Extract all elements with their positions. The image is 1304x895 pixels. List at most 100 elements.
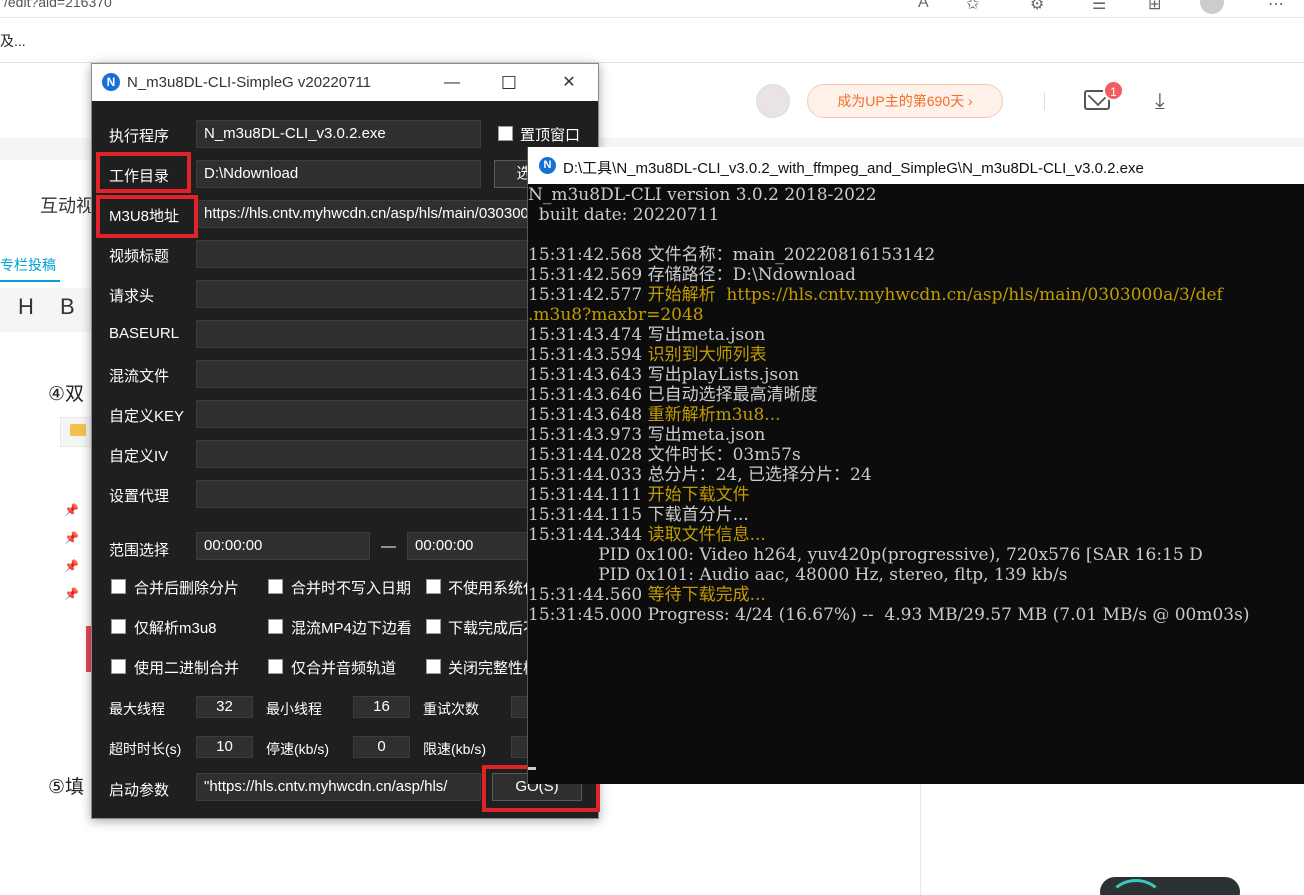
console-window: N D:\工具\N_m3u8DL-CLI_v3.0.2_with_ffmpeg_… xyxy=(527,147,1304,784)
console-line: 15:31:42.577 开始解析 https://hls.cntv.myhwc… xyxy=(528,285,1304,305)
add-favorite-icon[interactable]: ✩ xyxy=(966,0,979,14)
parse-only-checkbox[interactable] xyxy=(111,619,126,634)
min-threads-field[interactable]: 16 xyxy=(353,696,410,718)
console-line: 15:31:43.973 写出meta.json xyxy=(528,425,766,445)
console-output: N_m3u8DL-CLI version 3.0.2 2018-2022 bui… xyxy=(528,185,1304,625)
console-line: .m3u8?maxbr=2048 xyxy=(528,305,704,325)
console-message: 开始解析 https://hls.cntv.myhwcdn.cn/asp/hls… xyxy=(647,285,1223,305)
favorites-bar: 及... xyxy=(0,19,1304,63)
profile-avatar-icon[interactable] xyxy=(1200,0,1224,14)
proxy-label: 设置代理 xyxy=(109,488,170,505)
timeout-field[interactable]: 10 xyxy=(196,736,253,758)
folder-icon xyxy=(70,424,86,436)
stop-speed-label: 停速(kb/s) xyxy=(266,741,329,757)
parse-only-label: 仅解析m3u8 xyxy=(134,620,217,637)
no-system-proxy-label: 不使用系统代 xyxy=(448,580,539,597)
console-line: 15:31:43.646 已自动选择最高清晰度 xyxy=(528,385,818,405)
favorites-icon[interactable]: ☰ xyxy=(1092,0,1106,14)
console-title: D:\工具\N_m3u8DL-CLI_v3.0.2_with_ffmpeg_an… xyxy=(563,160,1144,177)
baseurl-label: BASEURL xyxy=(109,325,180,342)
mux-file-label: 混流文件 xyxy=(109,368,170,385)
more-menu-icon[interactable]: ⋯ xyxy=(1268,0,1284,14)
stop-speed-field[interactable]: 0 xyxy=(353,736,410,758)
console-cursor xyxy=(528,767,536,770)
console-line: PID 0x101: Audio aac, 48000 Hz, stereo, … xyxy=(528,565,1068,585)
console-logo-icon: N xyxy=(539,157,556,174)
user-avatar[interactable] xyxy=(756,84,790,118)
launch-params-field[interactable]: "https://hls.cntv.myhwcdn.cn/asp/hls/ xyxy=(196,773,481,801)
console-timestamp: 15:31:44.344 xyxy=(528,525,648,545)
max-threads-field[interactable]: 32 xyxy=(196,696,253,718)
screen: /edit?aid=216370 A ✩ ⚙ ☰ ⊞ ⋯ 及... 成为UP主的… xyxy=(0,0,1304,895)
after-download-label: 下载完成后不 xyxy=(448,620,539,637)
limit-speed-label: 限速(kb/s) xyxy=(423,741,486,757)
delete-after-merge-checkbox[interactable] xyxy=(111,579,126,594)
console-line: 15:31:44.033 总分片：24, 已选择分片：24 xyxy=(528,465,872,485)
console-timestamp: 15:31:43.648 xyxy=(528,405,648,425)
close-icon[interactable]: ✕ xyxy=(549,70,589,96)
console-line: 15:31:44.115 下载首分片... xyxy=(528,505,749,525)
console-line: 15:31:44.560 等待下载完成... xyxy=(528,585,1304,605)
maximize-icon[interactable]: ☐ xyxy=(489,70,529,96)
console-line: 15:31:44.111 开始下载文件 xyxy=(528,485,1304,505)
collections-icon[interactable]: ⊞ xyxy=(1148,0,1161,14)
console-message: 识别到大师列表 xyxy=(647,345,767,365)
floating-widget[interactable] xyxy=(1100,877,1240,895)
disable-integrity-checkbox[interactable] xyxy=(426,659,441,674)
after-download-checkbox[interactable] xyxy=(426,619,441,634)
console-titlebar[interactable]: N D:\工具\N_m3u8DL-CLI_v3.0.2_with_ffmpeg_… xyxy=(528,147,1304,184)
no-date-checkbox[interactable] xyxy=(268,579,283,594)
simpleg-titlebar[interactable]: N N_m3u8DL-CLI-SimpleG v20220711 — ☐ ✕ xyxy=(92,64,598,101)
minimize-icon[interactable]: — xyxy=(432,70,472,96)
m3u8-url-label: M3U8地址 xyxy=(109,208,180,225)
download-icon[interactable]: ⤓ xyxy=(1155,88,1165,114)
pin-icon: 📌 xyxy=(64,503,79,517)
heading-button[interactable]: H xyxy=(18,294,34,320)
url-text[interactable]: /edit?aid=216370 xyxy=(4,0,112,10)
workdir-field[interactable]: D:\Ndownload xyxy=(196,160,481,188)
binary-merge-checkbox[interactable] xyxy=(111,659,126,674)
audio-only-label: 仅合并音频轨道 xyxy=(291,660,397,677)
audio-only-checkbox[interactable] xyxy=(268,659,283,674)
console-timestamp: 15:31:43.594 xyxy=(528,345,648,365)
mux-while-download-checkbox[interactable] xyxy=(268,619,283,634)
tab-column-post[interactable]: 专栏投稿 xyxy=(0,255,56,275)
console-line: 15:31:42.569 存储路径：D:\Ndownload xyxy=(528,265,856,285)
timeout-label: 超时时长(s) xyxy=(109,741,182,757)
console-line: 15:31:44.028 文件时长：03m57s xyxy=(528,445,801,465)
custom-iv-label: 自定义IV xyxy=(109,448,169,465)
console-line: 15:31:42.568 文件名称：main_20220816153142 xyxy=(528,245,936,265)
pin-icon: 📌 xyxy=(64,587,79,601)
launch-params-label: 启动参数 xyxy=(109,782,170,799)
workdir-label: 工作目录 xyxy=(109,168,170,185)
pin-window-checkbox[interactable] xyxy=(498,126,513,141)
window-title: N_m3u8DL-CLI-SimpleG v20220711 xyxy=(127,74,372,91)
range-start-field[interactable]: 00:00:00 xyxy=(196,532,370,560)
disable-integrity-label: 关闭完整性检 xyxy=(448,660,539,677)
console-message: 读取文件信息... xyxy=(647,525,766,545)
console-message: 等待下载完成... xyxy=(647,585,766,605)
read-aloud-icon[interactable]: A xyxy=(918,0,929,12)
bold-button[interactable]: B xyxy=(60,294,75,320)
console-timestamp: 15:31:44.560 xyxy=(528,585,648,605)
up-days-pill[interactable]: 成为UP主的第690天 › xyxy=(807,84,1003,118)
retry-label: 重试次数 xyxy=(423,701,479,717)
browser-address-bar[interactable]: /edit?aid=216370 A ✩ ⚙ ☰ ⊞ ⋯ xyxy=(0,0,1304,18)
headers-label: 请求头 xyxy=(109,288,155,305)
console-line: 15:31:43.474 写出meta.json xyxy=(528,325,766,345)
favorites-bar-item[interactable]: 及... xyxy=(0,31,26,51)
no-system-proxy-checkbox[interactable] xyxy=(426,579,441,594)
pin-icon: 📌 xyxy=(64,559,79,573)
console-timestamp: 15:31:42.577 xyxy=(528,285,648,305)
no-date-label: 合并时不写入日期 xyxy=(291,580,412,597)
video-title-label: 视频标题 xyxy=(109,248,170,265)
console-message: 开始下载文件 xyxy=(647,485,750,505)
range-label: 范围选择 xyxy=(109,542,170,559)
min-threads-label: 最小线程 xyxy=(266,701,322,717)
exe-field[interactable]: N_m3u8DL-CLI_v3.0.2.exe xyxy=(196,120,481,148)
console-line: N_m3u8DL-CLI version 3.0.2 2018-2022 xyxy=(528,185,877,205)
app-logo-icon: N xyxy=(102,73,120,91)
tab-interactive-video[interactable]: 互动视 xyxy=(40,192,94,218)
binary-merge-label: 使用二进制合并 xyxy=(134,660,240,677)
extensions-icon[interactable]: ⚙ xyxy=(1030,0,1044,14)
